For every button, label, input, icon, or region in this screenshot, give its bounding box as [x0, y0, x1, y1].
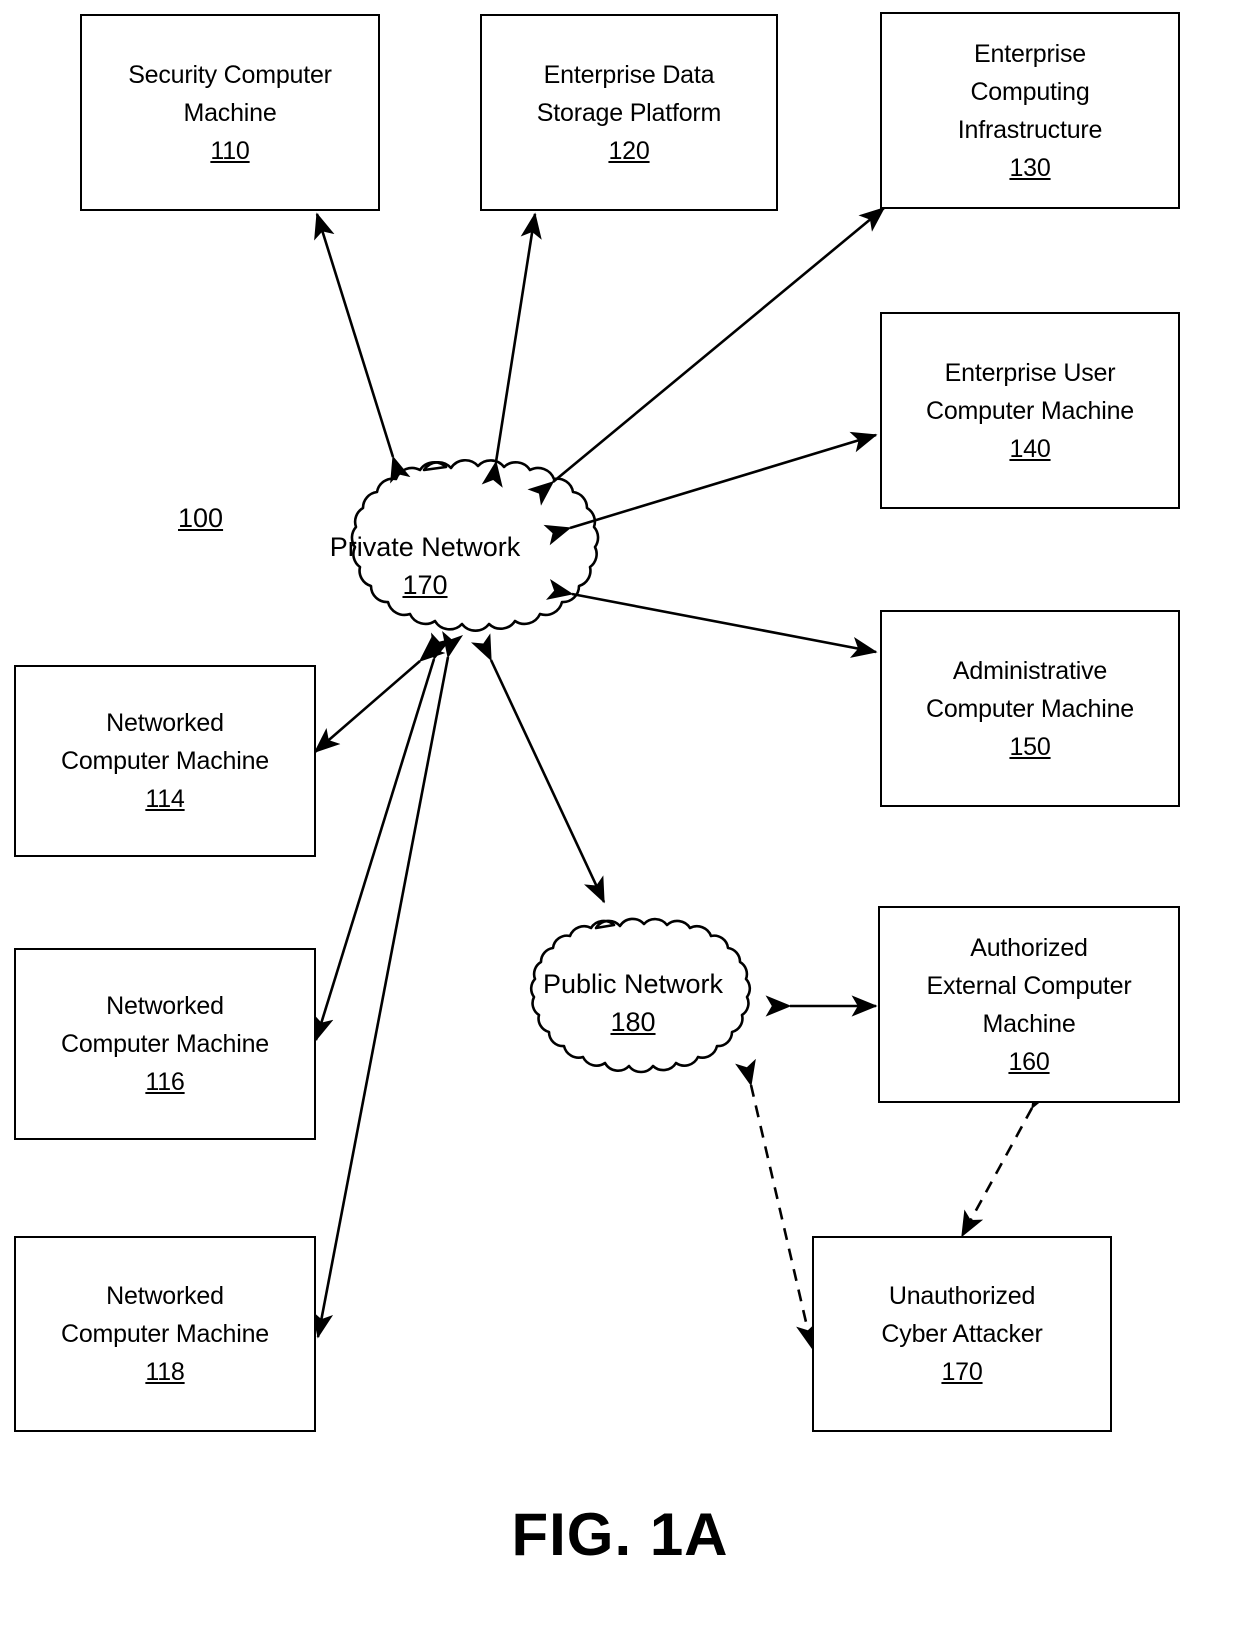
public-network-cloud: [529, 917, 752, 1074]
node-security-computer-machine[interactable]: Security Computer Machine 110: [80, 14, 380, 211]
node-enterprise-computing-infrastructure[interactable]: Enterprise Computing Infrastructure 130: [880, 12, 1180, 209]
node-networked-computer-machine-118[interactable]: Networked Computer Machine 118: [14, 1236, 316, 1432]
figure-caption: FIG. 1A: [511, 1501, 729, 1568]
node-label-line-1: Enterprise User: [944, 358, 1116, 387]
node-administrative-computer-machine[interactable]: Administrative Computer Machine 150: [880, 610, 1180, 807]
node-reference-number: 110: [210, 136, 250, 165]
node-label-line-2: Storage Platform: [536, 98, 722, 127]
node-enterprise-data-storage-platform[interactable]: Enterprise Data Storage Platform 120: [480, 14, 778, 211]
node-label-line-2: Computing: [970, 77, 1090, 106]
node-reference-number: 150: [1009, 732, 1051, 761]
edge-160-to-170-dashed: [960, 1081, 1054, 1238]
node-reference-number: 120: [608, 136, 650, 165]
node-reference-number: 170: [941, 1358, 983, 1386]
private-network-cloud: [350, 459, 600, 632]
diagram-ref-value: 100: [178, 503, 224, 533]
node-label-line-1: Security Computer: [128, 60, 332, 89]
edge-private-network-to-114: [313, 636, 446, 754]
node-enterprise-user-computer-machine[interactable]: Enterprise User Computer Machine 140: [880, 312, 1180, 509]
node-label-line-3: Machine: [982, 1009, 1076, 1038]
node-label-line-2: Computer Machine: [60, 1030, 269, 1058]
node-label-line-1: Authorized: [970, 933, 1088, 962]
node-authorized-external-computer-machine[interactable]: Authorized External Computer Machine 160: [878, 906, 1180, 1103]
node-unauthorized-cyber-attacker[interactable]: Unauthorized Cyber Attacker 170: [812, 1236, 1112, 1432]
edge-private-network-to-130: [527, 206, 886, 506]
edge-private-network-to-116: [313, 632, 452, 1042]
node-label-line-1: Enterprise: [974, 39, 1086, 68]
node-label-line-2: Machine: [183, 98, 277, 127]
node-reference-number: 160: [1008, 1047, 1050, 1076]
edge-private-network-to-118: [312, 630, 464, 1339]
connector-group-solid: [312, 206, 886, 1339]
node-networked-computer-machine-114[interactable]: Networked Computer Machine 114: [14, 665, 316, 857]
node-label-line-3: Infrastructure: [957, 115, 1103, 144]
edge-private-network-to-public-network: [471, 633, 606, 904]
node-label-line-1: Networked: [106, 709, 224, 737]
node-label-line-2: Computer Machine: [60, 1320, 269, 1348]
node-label-line-2: Cyber Attacker: [881, 1320, 1043, 1348]
edge-private-network-to-150: [545, 578, 878, 658]
edge-private-network-to-120: [481, 212, 542, 488]
node-label-line-2: Computer Machine: [925, 694, 1134, 723]
node-label-line-1: Administrative: [952, 656, 1108, 685]
node-label-line-1: Enterprise Data: [543, 60, 715, 89]
node-label-line-2: External Computer: [926, 971, 1132, 1000]
node-label-line-1: Networked: [106, 1282, 224, 1310]
edge-private-network-to-110: [314, 212, 411, 484]
node-label-line-2: Computer Machine: [925, 396, 1134, 425]
node-label-line-2: Computer Machine: [60, 747, 269, 775]
edge-public-network-to-170-dashed: [735, 1058, 817, 1350]
node-reference-number: 114: [145, 785, 185, 813]
node-reference-number: 130: [1009, 153, 1051, 182]
patent-figure-1a: Security Computer Machine 110 Enterprise…: [0, 0, 1240, 1630]
node-label-line-1: Unauthorized: [888, 1282, 1036, 1310]
node-reference-number: 116: [145, 1068, 185, 1096]
node-reference-number: 140: [1009, 434, 1051, 463]
edge-private-network-to-140: [543, 431, 878, 546]
diagram-reference-number: 100: [178, 503, 223, 534]
node-reference-number: 118: [145, 1358, 185, 1386]
node-networked-computer-machine-116[interactable]: Networked Computer Machine 116: [14, 948, 316, 1140]
node-label-line-1: Networked: [106, 992, 224, 1020]
